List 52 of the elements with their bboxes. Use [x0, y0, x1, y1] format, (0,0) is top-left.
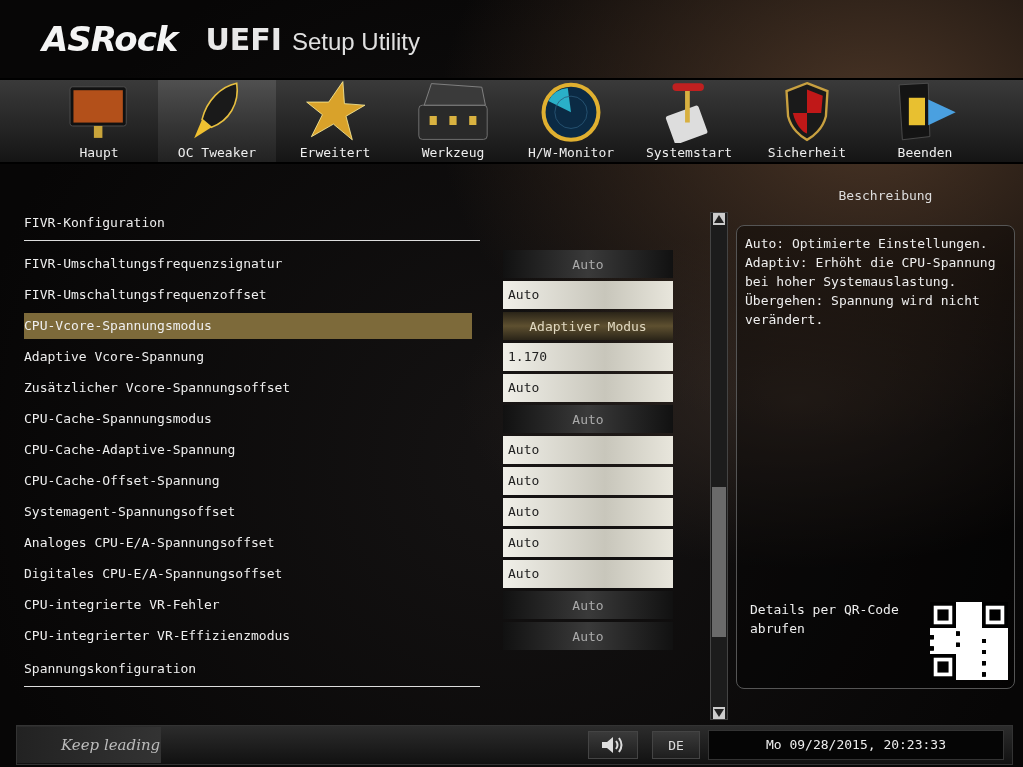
- description-title: Beschreibung: [838, 188, 933, 203]
- setting-label[interactable]: FIVR-Umschaltungsfrequenzoffset: [24, 282, 472, 308]
- slogan-text: Keep leading: [17, 727, 161, 763]
- scrollbar[interactable]: [710, 212, 728, 720]
- setting-label[interactable]: Digitales CPU-E/A-Spannungsoffset: [24, 561, 472, 587]
- language-button[interactable]: DE: [652, 731, 700, 759]
- input-field[interactable]: Auto: [503, 560, 673, 588]
- section-title: Spannungskonfiguration: [24, 649, 480, 687]
- section-title: FIVR-Konfiguration: [24, 170, 480, 241]
- setting-label[interactable]: CPU-Cache-Spannungsmodus: [24, 406, 472, 432]
- qr-code-icon: [930, 602, 1008, 680]
- nav-tab[interactable]: Sicherheit: [748, 80, 866, 162]
- product-subtitle: Setup Utility: [291, 28, 420, 56]
- setting-label[interactable]: CPU-integrierter VR-Effizienzmodus: [24, 623, 472, 649]
- nav-tab[interactable]: Erweitert: [276, 80, 394, 162]
- nav-tab[interactable]: Haupt: [40, 80, 158, 162]
- input-field[interactable]: Auto: [503, 281, 673, 309]
- setting-label[interactable]: Analoges CPU-E/A-Spannungsoffset: [24, 530, 472, 556]
- input-field[interactable]: Auto: [503, 436, 673, 464]
- setting-label[interactable]: CPU-Cache-Offset-Spannung: [24, 468, 472, 494]
- nav-tab[interactable]: OC Tweaker: [158, 80, 276, 162]
- setting-label[interactable]: CPU-integrierte VR-Fehler: [24, 592, 472, 618]
- setting-label[interactable]: CPU-Cache-Adaptive-Spannung: [24, 437, 472, 463]
- setting-label[interactable]: FIVR-Umschaltungsfrequenzsignatur: [24, 251, 472, 277]
- setting-label[interactable]: Zusätzlicher Vcore-Spannungsoffset: [24, 375, 472, 401]
- nav-tab[interactable]: Werkzeug: [394, 80, 512, 162]
- description-text: Auto: Optimierte Einstellungen. Adaptiv: Erhöht die CPU-Spannung bei hoher Systemauslastung. Übergehen: Spannung wird nicht verändert.: [745, 235, 997, 329]
- input-field[interactable]: Auto: [503, 498, 673, 526]
- nav-tab[interactable]: H/W-Monitor: [512, 80, 630, 162]
- qr-caption: Details per QR-Code abrufen: [750, 601, 900, 638]
- sound-button[interactable]: [588, 731, 638, 759]
- setting-label[interactable]: Adaptive Vcore-Spannung: [24, 344, 472, 370]
- date-time: Mo 09/28/2015, 20:23:33: [708, 730, 1004, 760]
- speaker-icon: [601, 736, 625, 754]
- scroll-down-icon[interactable]: [713, 707, 725, 719]
- product-title: UEFI: [205, 21, 282, 57]
- input-field[interactable]: Auto: [503, 467, 673, 495]
- dropdown-button[interactable]: Auto: [503, 250, 673, 278]
- scroll-up-icon[interactable]: [713, 213, 725, 225]
- input-field[interactable]: 1.170: [503, 343, 673, 371]
- dropdown-button[interactable]: Auto: [503, 591, 673, 619]
- scroll-thumb[interactable]: [712, 487, 726, 637]
- setting-label[interactable]: Systemagent-Spannungsoffset: [24, 499, 472, 525]
- dropdown-button[interactable]: Auto: [503, 622, 673, 650]
- dropdown-button[interactable]: Adaptiver Modus: [503, 312, 673, 340]
- setting-label[interactable]: CPU-Vcore-Spannungsmodus: [24, 313, 472, 339]
- input-field[interactable]: Auto: [503, 529, 673, 557]
- brand-logo: ASRock: [42, 19, 178, 59]
- dropdown-button[interactable]: Auto: [503, 405, 673, 433]
- input-field[interactable]: Auto: [503, 374, 673, 402]
- nav-tab[interactable]: Beenden: [866, 80, 984, 162]
- nav-tab[interactable]: Systemstart: [630, 80, 748, 162]
